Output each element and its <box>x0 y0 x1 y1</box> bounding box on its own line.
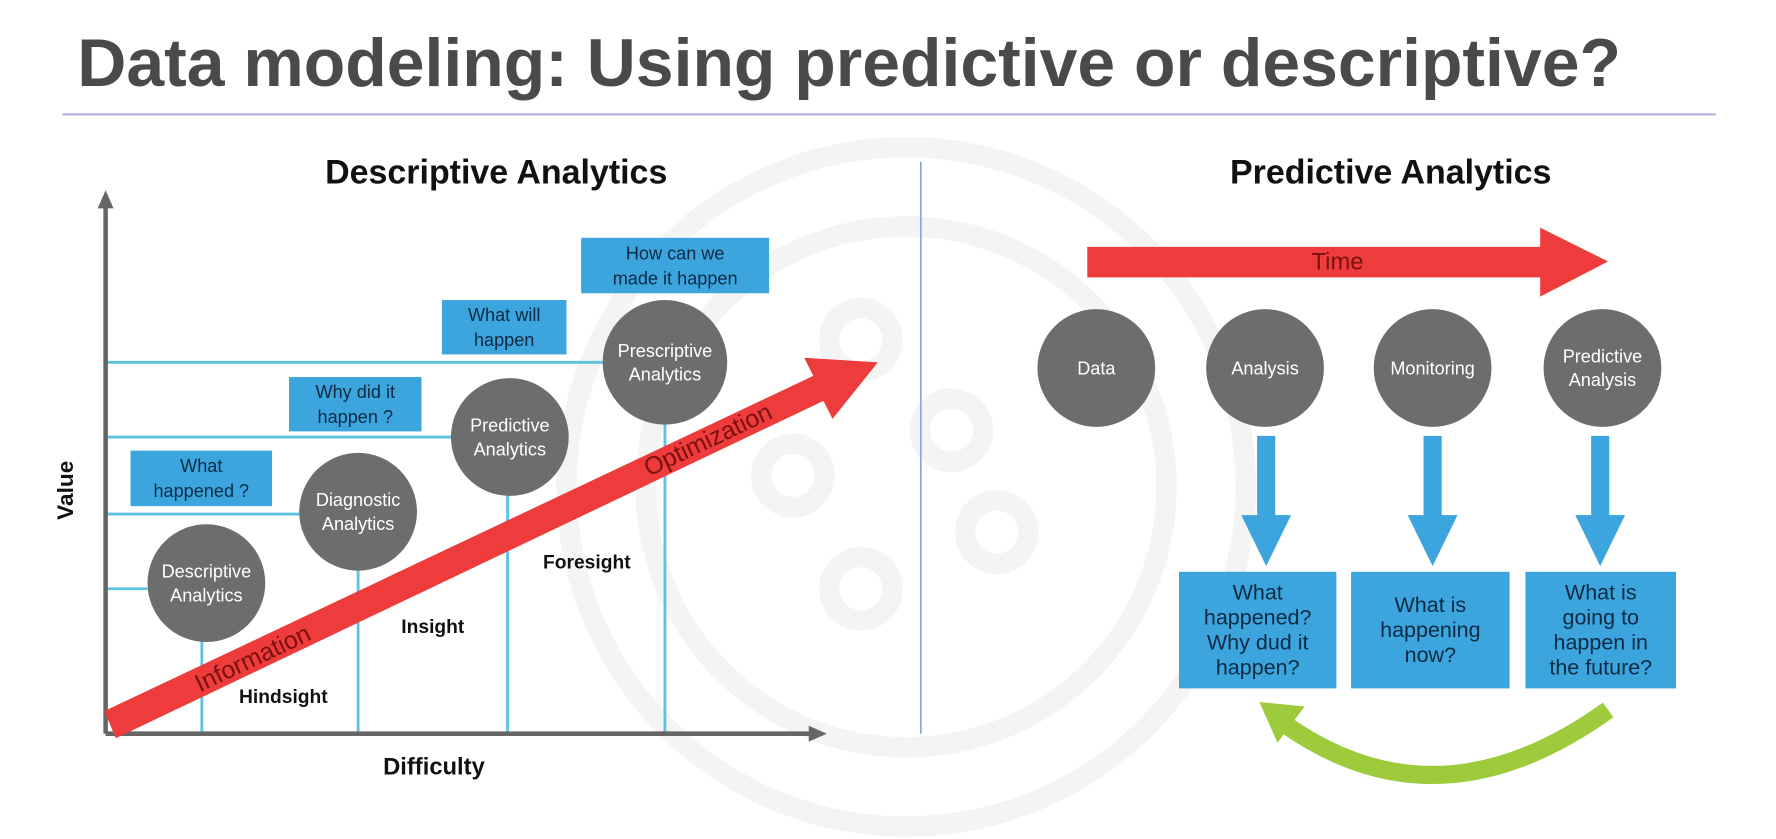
analytics-circle: Diagnostic Analytics <box>299 452 417 571</box>
label-line: Analytics <box>629 365 701 385</box>
page-title: Data modeling: Using predictive or descr… <box>77 26 1621 101</box>
label-line: Analysis <box>1569 370 1636 390</box>
label-line: Prescriptive <box>618 341 713 361</box>
label-line: happening <box>1380 618 1480 642</box>
label-line: What <box>1233 581 1283 605</box>
label-line: Diagnostic <box>316 490 401 510</box>
process-circle: Data <box>1037 309 1156 427</box>
question-box: What happened ? <box>130 450 273 507</box>
label-line: How can we <box>626 243 725 263</box>
label-line: happened? <box>1204 606 1312 630</box>
label-line: the future? <box>1549 655 1652 679</box>
label-line: Predictive <box>470 416 550 436</box>
label-line: What is <box>1395 593 1467 617</box>
question-box: What will happen <box>441 300 567 355</box>
label-line: Analysis <box>1231 358 1298 378</box>
analytics-circle: Prescriptive Analytics <box>602 300 728 425</box>
label-line: Data <box>1077 358 1116 378</box>
label-line: happen? <box>1216 655 1300 679</box>
label-line: Monitoring <box>1390 358 1475 378</box>
stage-insight: Insight <box>401 617 465 638</box>
time-label: Time <box>1312 248 1364 275</box>
label-line: Descriptive <box>162 562 252 582</box>
label-line: What <box>180 456 222 476</box>
feedback-arrow <box>1259 701 1614 784</box>
process-circle: Analysis <box>1206 309 1324 427</box>
question-box: How can we made it happen <box>581 237 770 294</box>
label-line: Why did it <box>316 382 396 402</box>
question-box: Whathappened?Why dud ithappen? <box>1178 571 1337 689</box>
time-arrow: Time <box>1087 227 1609 297</box>
down-arrow <box>1575 435 1626 567</box>
predictive-heading: Predictive Analytics <box>1230 153 1551 191</box>
label-line: happened ? <box>153 481 249 501</box>
label-line: Why dud it <box>1207 631 1309 655</box>
label-line: happen ? <box>318 407 394 427</box>
label-line: Predictive <box>1563 346 1643 366</box>
label-line: happen in <box>1554 631 1648 655</box>
label-line: now? <box>1405 643 1456 667</box>
label-line: Analytics <box>474 439 546 459</box>
label-line: Analytics <box>170 585 242 605</box>
label-line: going to <box>1562 606 1639 630</box>
slide: Data modeling: Using predictive or descr… <box>53 26 1716 837</box>
label-line: happen <box>474 330 534 350</box>
analytics-circle: Descriptive Analytics <box>147 524 266 642</box>
analytics-circle: Predictive Analytics <box>450 378 569 496</box>
x-axis-label: Difficulty <box>383 753 485 780</box>
y-axis-label: Value <box>53 461 78 520</box>
question-box: What isgoing tohappen inthe future? <box>1525 571 1677 689</box>
process-circle: Monitoring <box>1373 309 1492 427</box>
descriptive-heading: Descriptive Analytics <box>325 153 667 191</box>
question-box: Why did it happen ? <box>289 377 422 432</box>
down-arrow <box>1407 435 1458 567</box>
label-line: What will <box>468 305 540 325</box>
label-line: made it happen <box>613 268 738 288</box>
stage-foresight: Foresight <box>543 552 631 573</box>
process-circle: Predictive Analysis <box>1543 309 1662 427</box>
question-box: What ishappeningnow? <box>1351 571 1510 689</box>
stage-hindsight: Hindsight <box>239 687 328 708</box>
label-line: What is <box>1565 581 1637 605</box>
label-line: Analytics <box>322 514 394 534</box>
